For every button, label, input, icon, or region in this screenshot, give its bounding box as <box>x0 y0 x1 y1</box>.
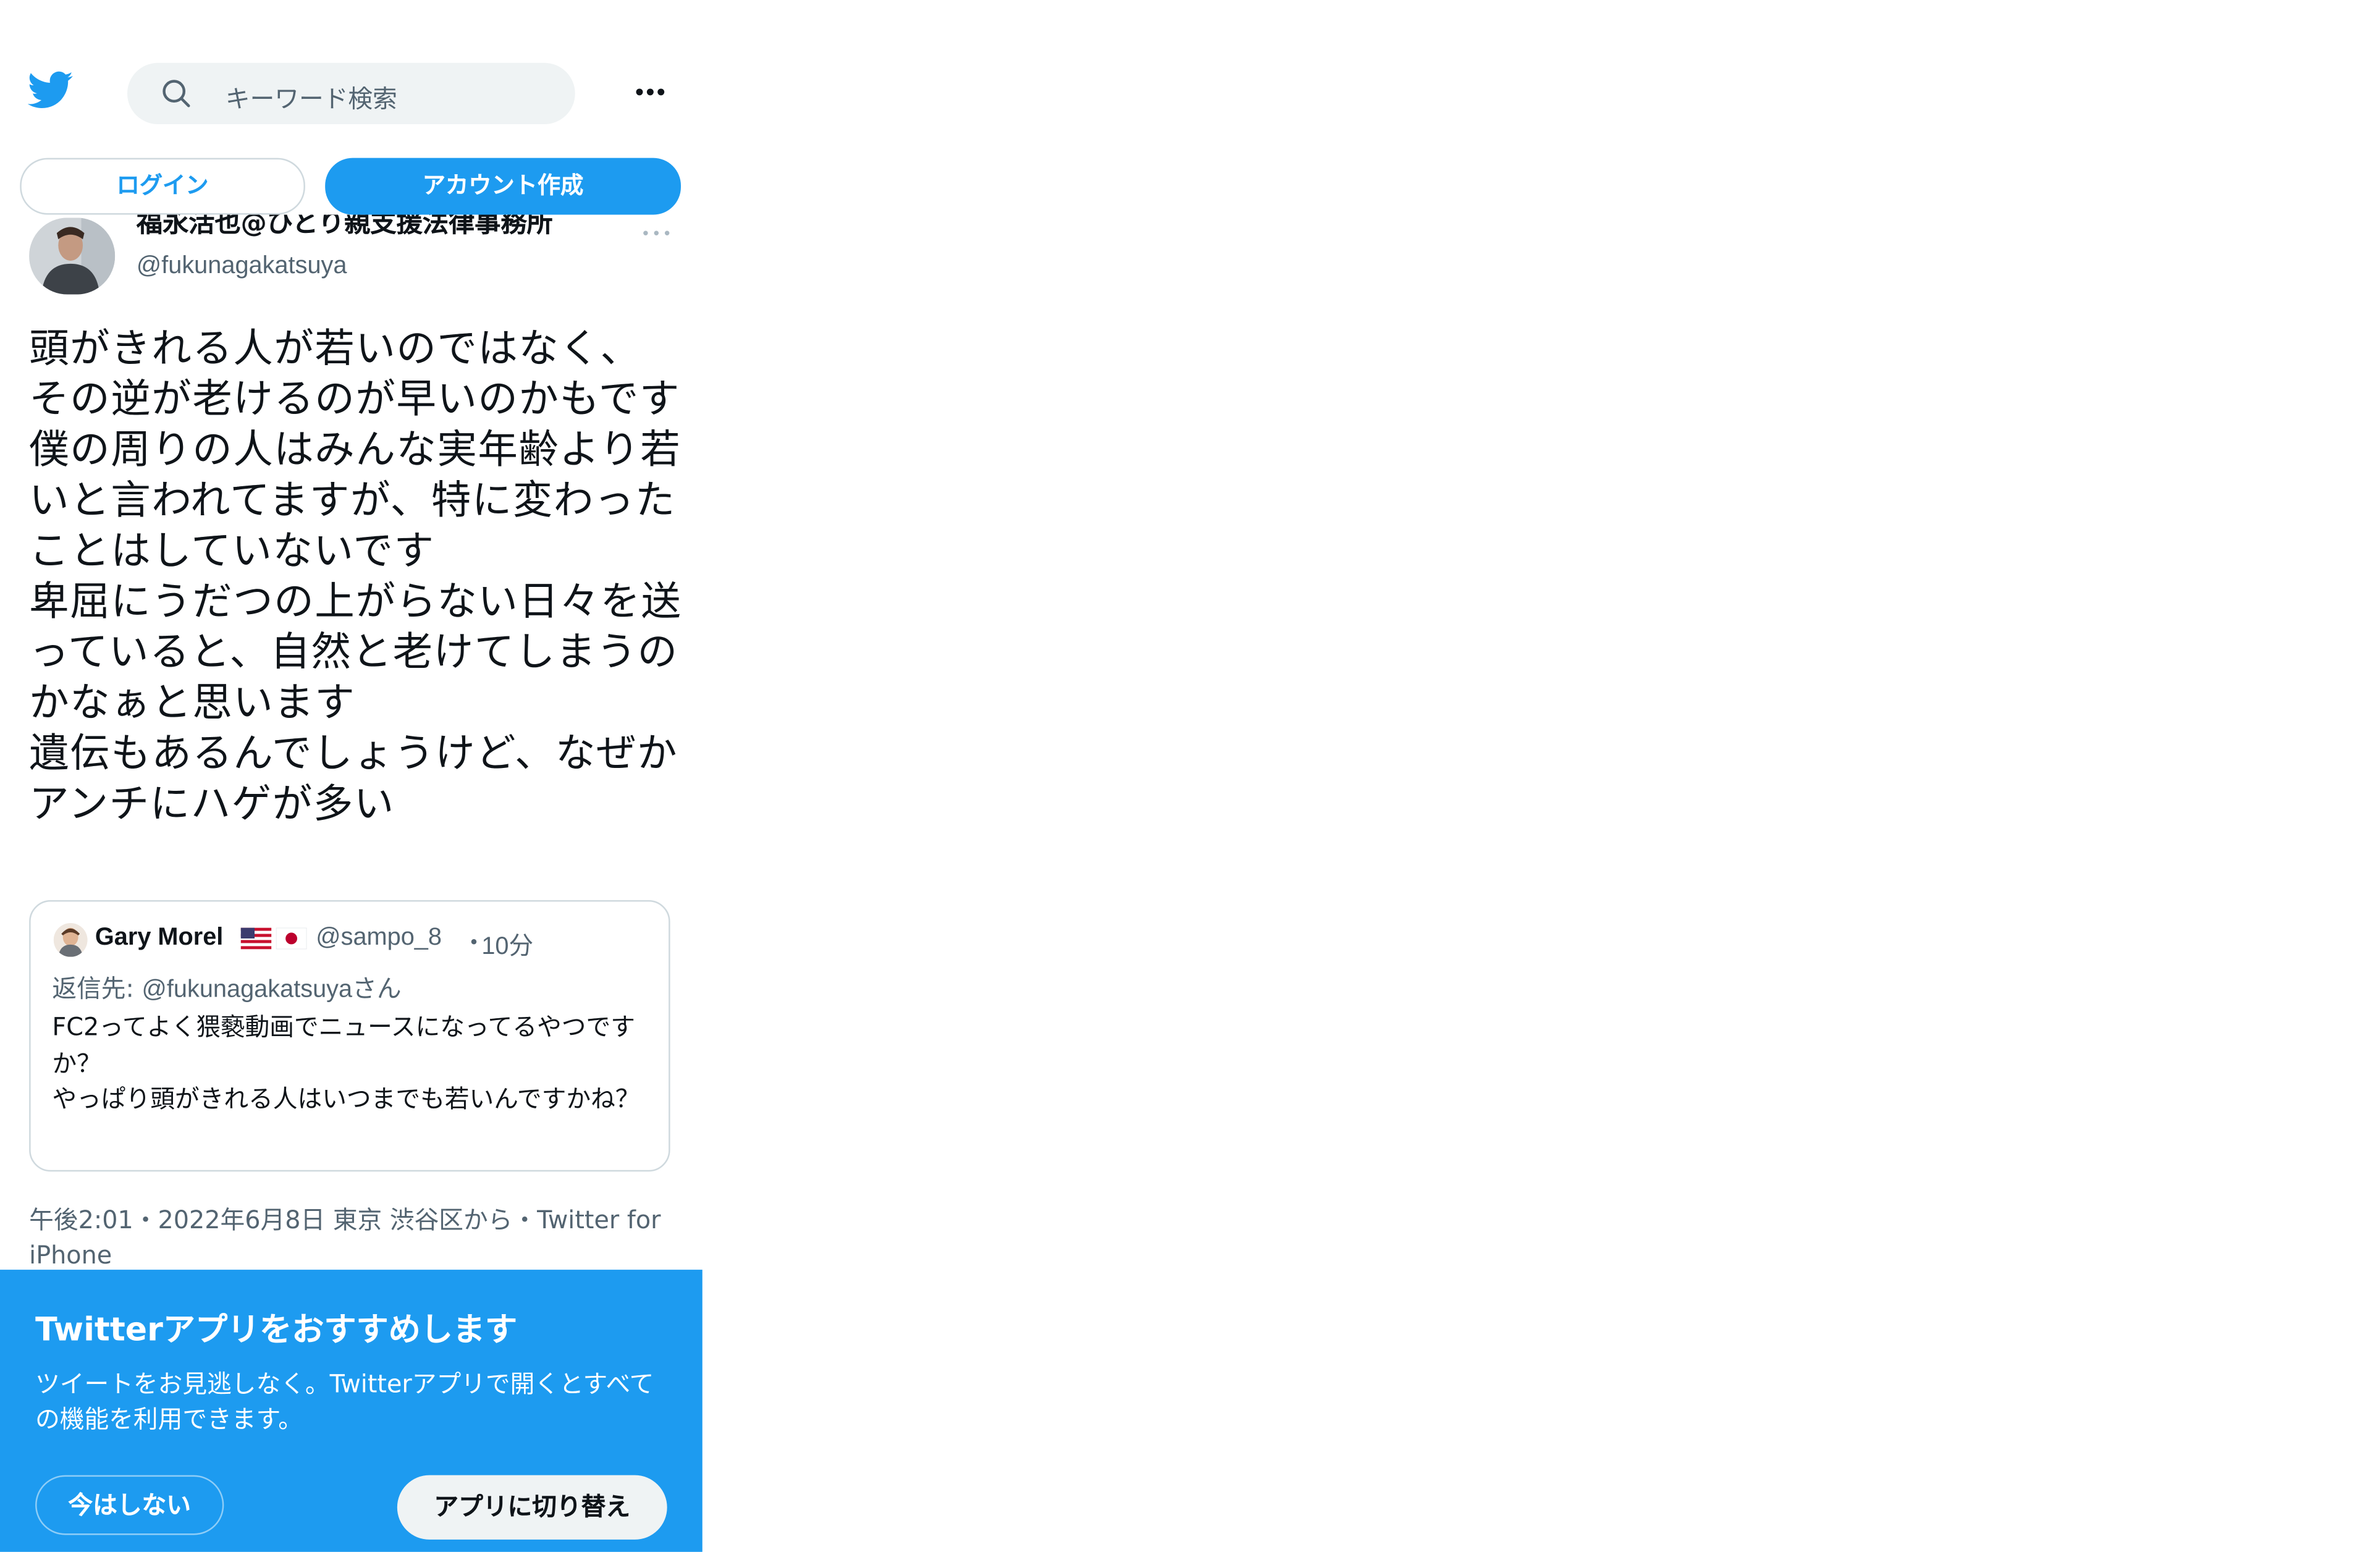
app-promo-banner: Twitterアプリをおすすめします ツイートをお見逃しなく。Twitterアプ… <box>0 1270 703 1552</box>
quoted-author-name: Gary Morel <box>95 924 224 951</box>
create-account-button[interactable]: アカウント作成 <box>325 158 682 215</box>
jp-flag-icon <box>276 927 307 950</box>
quoted-tweet-text: FC2ってよく猥褻動画でニュースになってるやつですか？ やっぱり頭がきれる人はい… <box>52 1012 640 1113</box>
avatar-photo-icon <box>53 923 88 957</box>
switch-to-app-button[interactable]: アプリに切り替え <box>397 1475 667 1540</box>
tweet-more-icon[interactable] <box>641 227 672 239</box>
author-avatar[interactable] <box>29 217 116 295</box>
us-flag-icon <box>240 927 272 950</box>
author-handle[interactable]: @fukunagakatsuya <box>137 253 347 281</box>
search-icon <box>162 80 190 108</box>
banner-description: ツイートをお見逃しなく。Twitterアプリで開くとすべての機能を利用できます。 <box>35 1369 654 1434</box>
more-dots-icon[interactable] <box>632 77 669 108</box>
top-bar: キーワード検索 <box>0 0 703 153</box>
author-name[interactable]: 福永活也@ひとり親支援法律事務所 <box>137 214 612 245</box>
not-now-button[interactable]: 今はしない <box>35 1475 224 1535</box>
banner-title: Twitterアプリをおすすめします <box>35 1311 518 1348</box>
reply-context: 返信先: @fukunagakatsuyaさん <box>52 968 401 1005</box>
quoted-author-handle: @sampo_8 <box>316 924 442 951</box>
tweet-text: 頭がきれる人が若いのではなく、 その逆が老けるのが早いのかもです 僕の周りの人は… <box>29 326 682 829</box>
search-box[interactable]: キーワード検索 <box>127 62 575 125</box>
login-button[interactable]: ログイン <box>20 158 305 215</box>
quoted-author-avatar <box>53 923 88 957</box>
reply-suffix: さん <box>352 974 402 1003</box>
reply-handle: @fukunagakatsuya <box>141 977 353 1003</box>
twitter-bird-icon[interactable] <box>27 70 74 111</box>
avatar-photo-icon <box>29 217 116 295</box>
search-input[interactable]: キーワード検索 <box>226 78 397 116</box>
page: キーワード検索 ログイン アカウント作成 福永活也@ひとり親支援法律事務所 @f… <box>0 0 2380 1552</box>
tweet-meta: 午後2:01・2022年6月8日 東京 渋谷区から・Twitter for iP… <box>29 1205 661 1270</box>
quoted-timestamp: 10分 <box>481 934 534 960</box>
reply-label: 返信先: <box>52 974 142 1003</box>
quoted-tweet[interactable]: Gary Morel @sampo_8 ・ 10分 返信先: @fukunaga… <box>29 900 670 1172</box>
